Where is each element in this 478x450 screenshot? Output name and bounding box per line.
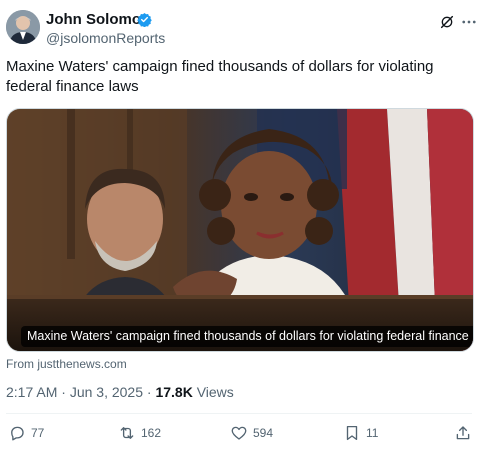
author-avatar[interactable] — [6, 10, 40, 44]
bookmark-button[interactable]: 11 — [343, 422, 378, 444]
tweet-time[interactable]: 2:17 AM — [6, 384, 57, 400]
reply-count: 77 — [31, 426, 45, 440]
more-icon[interactable] — [460, 13, 478, 31]
views-label: Views — [196, 384, 234, 400]
repost-count: 162 — [141, 426, 162, 440]
link-source[interactable]: From justthenews.com — [6, 357, 127, 371]
meta-separator: · — [146, 384, 152, 400]
link-card-image[interactable]: Maxine Waters' campaign fined thousands … — [6, 108, 474, 352]
verified-badge-icon — [137, 12, 152, 27]
reply-button[interactable]: 77 — [8, 422, 44, 444]
like-button[interactable]: 594 — [230, 422, 273, 444]
tweet-date[interactable]: Jun 3, 2025 — [70, 384, 143, 400]
repost-button[interactable]: 162 — [118, 422, 161, 444]
bookmark-icon — [346, 425, 358, 441]
media-caption: Maxine Waters' campaign fined thousands … — [21, 326, 473, 347]
meta-separator: · — [61, 384, 66, 400]
author-handle[interactable]: @jsolomonReports — [46, 30, 165, 46]
action-bar: 77 162 594 11 — [6, 422, 472, 444]
reply-icon — [11, 426, 24, 441]
heart-icon — [231, 426, 247, 440]
tweet-meta: 2:17 AM · Jun 3, 2025 · 17.8K Views — [6, 384, 234, 400]
tweet-header: John Solomon @jsolomonReports — [6, 8, 476, 48]
like-count: 594 — [253, 426, 274, 440]
views-count: 17.8K — [155, 384, 193, 400]
repost-icon — [120, 427, 134, 439]
share-icon — [456, 426, 470, 440]
bookmark-count: 11 — [366, 426, 379, 440]
grok-icon[interactable] — [439, 14, 455, 30]
share-button[interactable] — [454, 422, 472, 444]
divider — [6, 413, 472, 414]
tweet-text: Maxine Waters' campaign fined thousands … — [6, 58, 434, 95]
news-photo — [7, 109, 473, 351]
author-name[interactable]: John Solomon — [46, 11, 150, 28]
